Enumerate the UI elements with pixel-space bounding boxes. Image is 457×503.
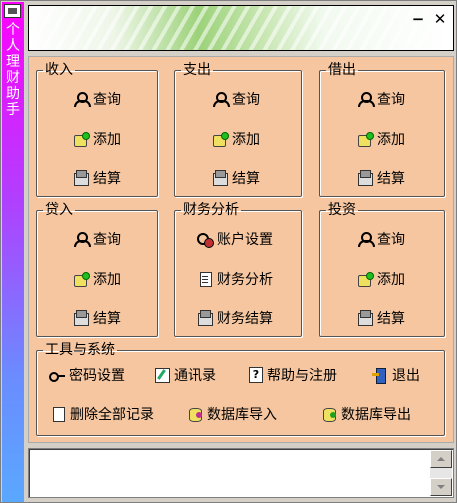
title-char: 助 [6, 86, 20, 102]
title-char: 财 [6, 70, 20, 86]
income-add-button[interactable]: 添加 [73, 128, 121, 150]
add-icon [73, 271, 90, 287]
help-register-button[interactable]: 帮助与注册 [247, 364, 337, 386]
banner-pattern [29, 6, 453, 50]
contacts-button[interactable]: 通讯录 [154, 364, 216, 386]
report-icon [197, 271, 213, 287]
add-icon [357, 131, 374, 147]
message-memo[interactable] [28, 448, 454, 498]
user-search-icon [73, 231, 91, 247]
close-button[interactable]: ✕ [431, 10, 449, 28]
help-icon [247, 367, 263, 383]
lend-settle-button[interactable]: 结算 [357, 167, 405, 189]
title-char: 个 [6, 22, 20, 38]
password-settings-button[interactable]: 密码设置 [49, 364, 125, 386]
expense-query-button[interactable]: 查询 [212, 88, 260, 110]
user-search-icon [357, 231, 375, 247]
loan-query-button[interactable]: 查询 [73, 228, 121, 250]
add-icon [212, 131, 229, 147]
minimize-button[interactable]: − [409, 10, 427, 28]
address-book-icon [154, 367, 170, 383]
expense-settle-button[interactable]: 结算 [212, 167, 260, 189]
sidebar-title-bar: 个 人 理 财 助 手 [2, 2, 24, 502]
database-export-button[interactable]: 数据库导出 [321, 403, 411, 425]
invest-query-button[interactable]: 查询 [357, 228, 405, 250]
title-char: 手 [6, 102, 20, 118]
income-settle-button[interactable]: 结算 [73, 167, 121, 189]
key-icon [49, 367, 65, 383]
settle-icon [197, 310, 213, 326]
invest-add-button[interactable]: 添加 [357, 268, 405, 290]
exit-button[interactable]: 退出 [372, 364, 420, 386]
settle-icon [357, 170, 373, 186]
add-icon [357, 271, 374, 287]
banner: − ✕ [28, 5, 454, 51]
database-export-icon [321, 406, 337, 422]
scroll-up-arrow-icon[interactable] [430, 450, 452, 468]
loan-add-button[interactable]: 添加 [73, 268, 121, 290]
account-settings-button[interactable]: 账户设置 [197, 228, 273, 250]
group-income-title: 收入 [45, 62, 73, 78]
group-expense-title: 支出 [183, 62, 211, 78]
main-panel: 收入 查询 添加 结算 支出 查询 添加 结算 借出 查询 添加 结算 贷入 查… [28, 56, 454, 443]
blank-page-icon [50, 406, 66, 422]
title-char: 人 [6, 38, 20, 54]
invest-settle-button[interactable]: 结算 [357, 307, 405, 329]
loan-settle-button[interactable]: 结算 [73, 307, 121, 329]
delete-all-records-button[interactable]: 删除全部记录 [50, 403, 154, 425]
user-search-icon [212, 91, 230, 107]
app-window: 个 人 理 财 助 手 − ✕ 收入 查询 添加 结算 支出 查询 添加 结算 … [0, 0, 457, 503]
scroll-down-arrow-icon[interactable] [430, 478, 452, 496]
exit-door-icon [372, 367, 388, 384]
income-query-button[interactable]: 查询 [73, 88, 121, 110]
finance-analysis-button[interactable]: 财务分析 [197, 268, 273, 290]
group-tools-title: 工具与系统 [45, 342, 115, 358]
app-title-vertical: 个 人 理 财 助 手 [4, 22, 22, 118]
group-finance-title: 财务分析 [183, 202, 239, 218]
lend-query-button[interactable]: 查询 [357, 88, 405, 110]
group-lend-title: 借出 [328, 62, 356, 78]
group-invest-title: 投资 [328, 202, 356, 218]
settle-icon [212, 170, 228, 186]
add-icon [73, 131, 90, 147]
database-import-button[interactable]: 数据库导入 [187, 403, 277, 425]
settle-icon [73, 310, 89, 326]
user-search-icon [73, 91, 91, 107]
lend-add-button[interactable]: 添加 [357, 128, 405, 150]
app-icon[interactable] [4, 4, 21, 18]
settle-icon [357, 310, 373, 326]
group-loan-title: 贷入 [45, 202, 73, 218]
memo-scrollbar[interactable] [430, 450, 452, 496]
expense-add-button[interactable]: 添加 [212, 128, 260, 150]
title-char: 理 [6, 54, 20, 70]
settle-icon [73, 170, 89, 186]
user-search-icon [357, 91, 375, 107]
account-settings-icon [197, 231, 214, 248]
database-import-icon [187, 406, 203, 422]
finance-settle-button[interactable]: 财务结算 [197, 307, 273, 329]
